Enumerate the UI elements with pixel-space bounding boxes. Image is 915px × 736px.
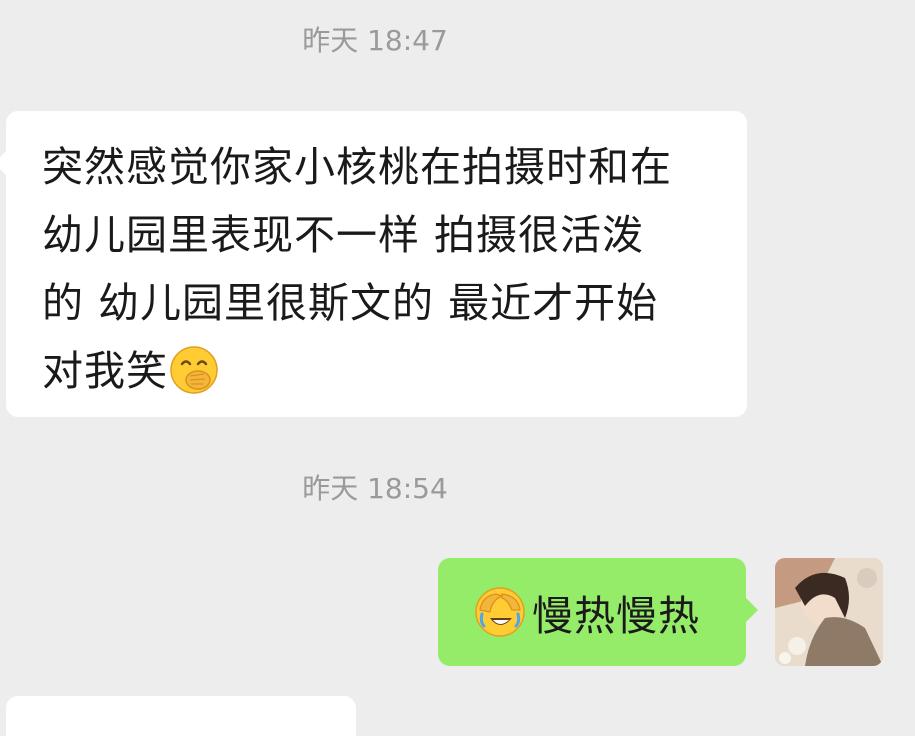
message-line-last: 对我笑 (42, 337, 727, 405)
user-avatar[interactable] (775, 558, 883, 666)
outgoing-message-bubble[interactable]: 慢热慢热 (438, 558, 758, 666)
timestamp: 昨天 18:54 (302, 472, 448, 505)
avatar-photo-icon (775, 558, 883, 666)
message-text: 慢热慢热 (532, 592, 700, 640)
hand-over-mouth-emoji-icon (170, 346, 218, 394)
message-line: 突然感觉你家小核桃在拍摄时和在 (42, 143, 672, 191)
message-line: 幼儿园里表现不一样 拍摄很活泼 (42, 211, 645, 259)
message-line-text: 对我笑 (42, 347, 168, 395)
face-palm-emoji-icon (475, 587, 525, 637)
incoming-message-bubble-partial[interactable] (6, 696, 356, 736)
message-line: 的 幼儿园里很斯文的 最近才开始 (42, 279, 659, 327)
timestamp: 昨天 18:47 (302, 24, 448, 57)
incoming-message-bubble[interactable]: 突然感觉你家小核桃在拍摄时和在 幼儿园里表现不一样 拍摄很活泼 的 幼儿园里很斯… (0, 111, 747, 417)
